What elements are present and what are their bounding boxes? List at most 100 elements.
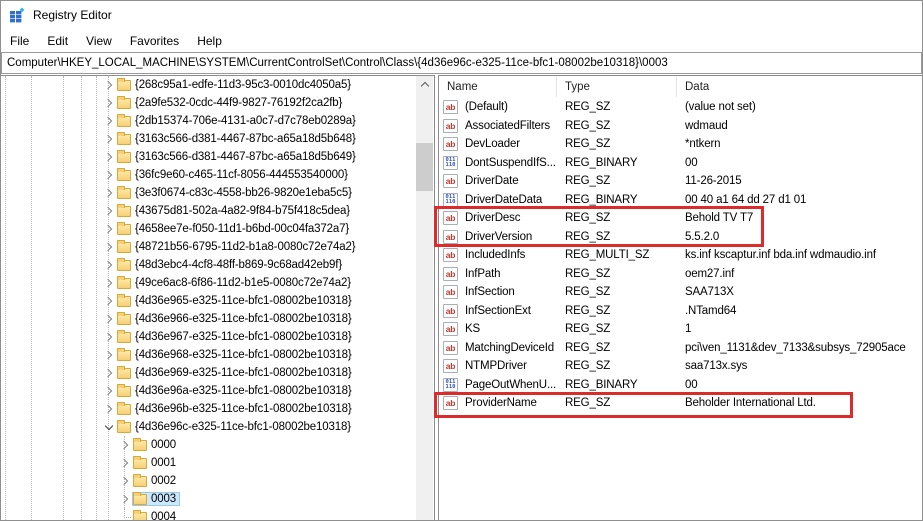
tree-row[interactable]: 0001 (1, 454, 417, 472)
expand-arrow-icon[interactable] (102, 130, 115, 148)
expand-arrow-icon[interactable] (102, 220, 115, 238)
folder-icon (117, 314, 131, 325)
tree-vertical-scrollbar[interactable] (416, 76, 433, 520)
value-type: REG_SZ (565, 286, 685, 298)
registry-value-row[interactable]: ab MatchingDeviceId REG_SZ pci\ven_1131&… (439, 339, 922, 358)
column-header-data[interactable]: Data (677, 77, 922, 97)
tree-item-label: {4d36e968-e325-11ce-bfc1-08002be10318} (135, 349, 352, 361)
tree-row[interactable]: {2db15374-706e-4131-a0c7-d7c78eb0289a} (1, 112, 417, 130)
tree-row[interactable]: {3e3f0674-c83c-4558-bb26-9820e1eba5c5} (1, 184, 417, 202)
scrollbar-thumb[interactable] (416, 143, 433, 191)
reg-string-value-icon: ab (443, 341, 458, 355)
tree-row[interactable]: {4658ee7e-f050-11d1-b6bd-00c04fa372a7} (1, 220, 417, 238)
reg-string-value-icon: ab (443, 248, 458, 262)
address-input[interactable] (2, 53, 921, 73)
folder-icon (117, 332, 131, 343)
value-data: wdmaud (685, 120, 922, 132)
expand-arrow-icon[interactable] (102, 238, 115, 256)
registry-value-row[interactable]: ab IncludedInfs REG_MULTI_SZ ks.inf ksca… (439, 246, 922, 265)
registry-value-row[interactable]: ab (Default) REG_SZ (value not set) (439, 98, 922, 117)
reg-string-value-icon: ab (443, 267, 458, 281)
tree-row[interactable]: {4d36e96c-e325-11ce-bfc1-08002be10318} (1, 418, 417, 436)
tree-row[interactable]: {48d3ebc4-4cf8-48ff-b869-9c68ad42eb9f} (1, 256, 417, 274)
expand-arrow-icon[interactable] (102, 256, 115, 274)
tree-row[interactable]: {4d36e967-e325-11ce-bfc1-08002be10318} (1, 328, 417, 346)
scroll-up-icon[interactable] (416, 76, 433, 93)
tree-item-label: {3163c566-d381-4467-87bc-a65a18d5b648} (135, 133, 356, 145)
registry-value-row[interactable]: ab DriverDate REG_SZ 11-26-2015 (439, 172, 922, 191)
reg-string-value-icon: ab (443, 304, 458, 318)
folder-icon (117, 242, 131, 253)
expand-arrow-icon[interactable] (102, 364, 115, 382)
expand-arrow-icon[interactable] (102, 94, 115, 112)
expand-arrow-icon[interactable] (102, 166, 115, 184)
tree-row[interactable]: {49ce6ac8-6f86-11d2-b1e5-0080c72e74a2} (1, 274, 417, 292)
tree-row[interactable]: 0002 (1, 472, 417, 490)
expand-arrow-icon[interactable] (102, 76, 115, 94)
expand-arrow-icon[interactable] (102, 112, 115, 130)
expand-arrow-icon[interactable] (102, 148, 115, 166)
tree-item-label: {4d36e966-e325-11ce-bfc1-08002be10318} (135, 313, 352, 325)
expand-arrow-icon[interactable] (118, 472, 131, 490)
value-type: REG_BINARY (565, 194, 685, 206)
expand-arrow-icon[interactable] (118, 454, 131, 472)
registry-value-row[interactable]: ab NTMPDriver REG_SZ saa713x.sys (439, 357, 922, 376)
tree-item-label: 0001 (151, 457, 176, 469)
menu-item-help[interactable]: Help (188, 31, 231, 51)
tree-row[interactable]: {48721b56-6795-11d2-b1a8-0080c72e74a2} (1, 238, 417, 256)
value-name: InfPath (465, 268, 565, 280)
tree-row[interactable]: {36fc9e60-c465-11cf-8056-444553540000} (1, 166, 417, 184)
tree-row[interactable]: {4d36e96b-e325-11ce-bfc1-08002be10318} (1, 400, 417, 418)
tree-row[interactable]: {4d36e965-e325-11ce-bfc1-08002be10318} (1, 292, 417, 310)
expand-arrow-icon[interactable] (102, 310, 115, 328)
tree-row[interactable]: {4d36e968-e325-11ce-bfc1-08002be10318} (1, 346, 417, 364)
tree-row[interactable]: 0000 (1, 436, 417, 454)
tree-row[interactable]: {4d36e966-e325-11ce-bfc1-08002be10318} (1, 310, 417, 328)
expand-arrow-icon[interactable] (102, 400, 115, 418)
tree-row[interactable]: {268c95a1-edfe-11d3-95c3-0010dc4050a5} (1, 76, 417, 94)
expand-arrow-icon[interactable] (118, 436, 131, 454)
menu-item-edit[interactable]: Edit (38, 31, 77, 51)
tree-row[interactable]: {2a9fe532-0cdc-44f9-9827-76192f2ca2fb} (1, 94, 417, 112)
registry-value-row[interactable]: 011110 DontSuspendIfS... REG_BINARY 00 (439, 154, 922, 173)
registry-value-row[interactable]: ab InfPath REG_SZ oem27.inf (439, 265, 922, 284)
registry-value-row[interactable]: ab DevLoader REG_SZ *ntkern (439, 135, 922, 154)
folder-icon (117, 188, 131, 199)
registry-value-row[interactable]: ab AssociatedFilters REG_SZ wdmaud (439, 117, 922, 136)
registry-value-row[interactable]: ab InfSection REG_SZ SAA713X (439, 283, 922, 302)
value-type: REG_SZ (565, 305, 685, 317)
tree-row[interactable]: {4d36e969-e325-11ce-bfc1-08002be10318} (1, 364, 417, 382)
tree-row[interactable]: {43675d81-502a-4a82-9f84-b75f418c5dea} (1, 202, 417, 220)
expand-arrow-icon[interactable] (118, 490, 131, 508)
column-header-name[interactable]: Name (447, 77, 557, 97)
value-type: REG_SZ (565, 101, 685, 113)
tree-row[interactable]: 0004 (1, 508, 417, 520)
tree-row[interactable]: {3163c566-d381-4467-87bc-a65a18d5b648} (1, 130, 417, 148)
value-name: KS (465, 323, 565, 335)
collapse-arrow-icon[interactable] (102, 418, 115, 436)
value-name: InfSectionExt (465, 305, 565, 317)
value-data: 1 (685, 323, 922, 335)
registry-value-row[interactable]: ab KS REG_SZ 1 (439, 320, 922, 339)
tree-item-label: {49ce6ac8-6f86-11d2-b1e5-0080c72e74a2} (135, 277, 351, 289)
registry-value-row[interactable]: ab InfSectionExt REG_SZ .NTamd64 (439, 302, 922, 321)
menu-item-view[interactable]: View (77, 31, 121, 51)
expand-arrow-icon[interactable] (102, 328, 115, 346)
column-header-type[interactable]: Type (557, 77, 677, 97)
expand-arrow-icon[interactable] (102, 184, 115, 202)
tree-row[interactable]: 0003 (1, 490, 417, 508)
expand-arrow-icon[interactable] (102, 346, 115, 364)
menu-item-favorites[interactable]: Favorites (121, 31, 188, 51)
tree-row[interactable]: {3163c566-d381-4467-87bc-a65a18d5b649} (1, 148, 417, 166)
expand-arrow-icon[interactable] (102, 202, 115, 220)
value-type: REG_BINARY (565, 379, 685, 391)
tree-item-label: {4d36e967-e325-11ce-bfc1-08002be10318} (135, 331, 352, 343)
value-name: MatchingDeviceId (465, 342, 565, 354)
tree-row[interactable]: {4d36e96a-e325-11ce-bfc1-08002be10318} (1, 382, 417, 400)
tree-item-label: {2db15374-706e-4131-a0c7-d7c78eb0289a} (135, 115, 356, 127)
menu-item-file[interactable]: File (1, 31, 38, 51)
tree-item-label: 0004 (151, 511, 176, 520)
expand-arrow-icon[interactable] (102, 382, 115, 400)
expand-arrow-icon[interactable] (102, 274, 115, 292)
expand-arrow-icon[interactable] (102, 292, 115, 310)
